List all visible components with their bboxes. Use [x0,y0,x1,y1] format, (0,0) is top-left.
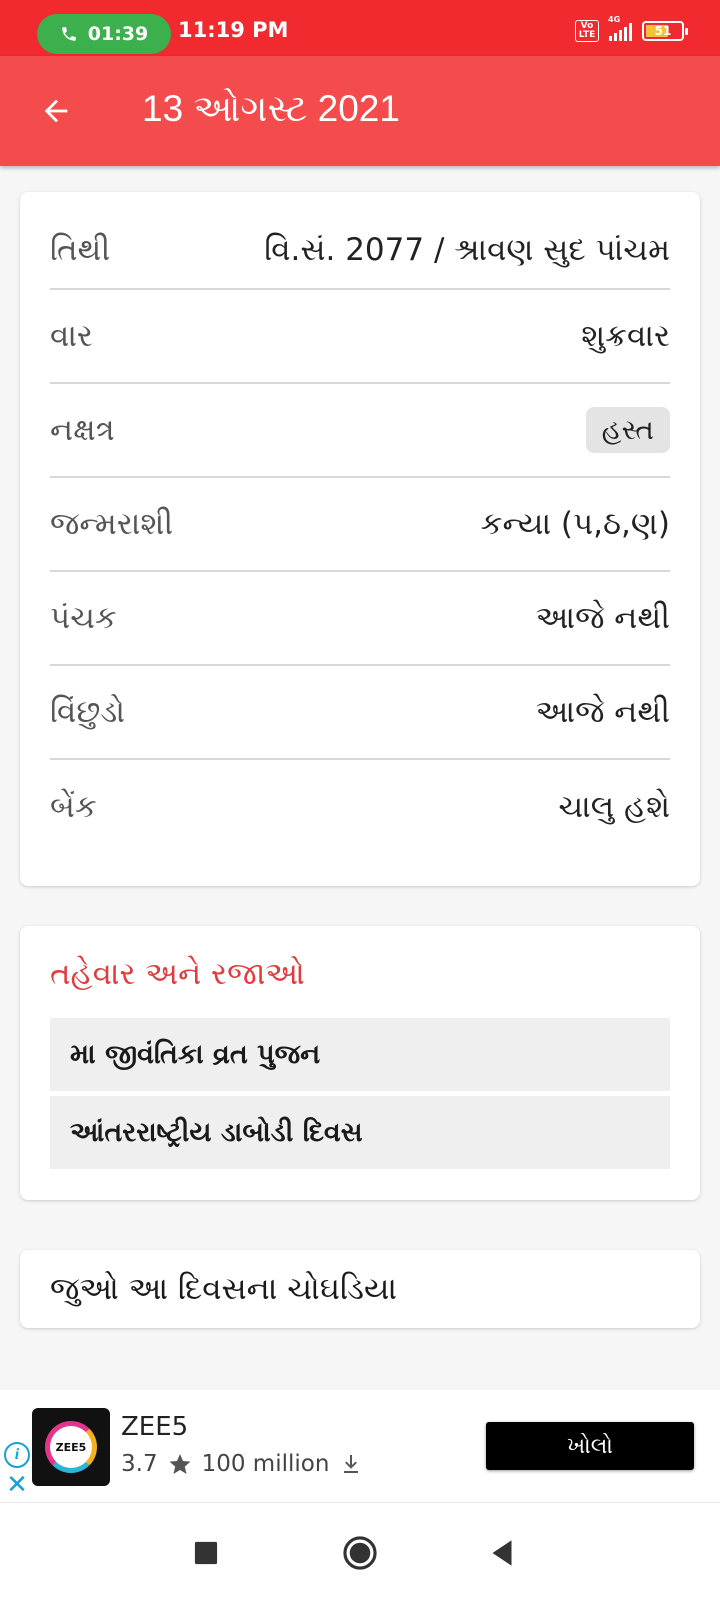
ad-open-button[interactable]: ખોલો [486,1422,694,1470]
ad-app-name[interactable]: ZEE5 [121,1412,188,1442]
ad-app-logo[interactable]: ZEE5 [32,1408,110,1486]
info-label: જન્મરાશી [50,505,174,542]
battery-level: 51 [654,24,672,38]
info-row-var: વાર શુક્રવાર [50,290,670,384]
star-icon [169,1454,191,1474]
info-value: વિ.સં. 2077 / શ્રાવણ સુદ પાંચમ [264,231,670,268]
network-type: 4G [608,15,621,24]
info-value: શુક્રવાર [581,317,670,354]
info-value: ચાલુ હશે [558,788,670,825]
info-label: બેંક [50,788,97,825]
close-icon[interactable]: ✕ [4,1472,30,1498]
info-row-panchak: પંચક આજે નથી [50,572,670,666]
nakshatra-badge: હસ્ત [585,407,670,453]
festivals-card: તહેવાર અને રજાઓ મા જીવંતિકા વ્રત પુજન આં… [20,926,700,1200]
festival-item: આંતરરાષ્ટ્રીય ડાબોડી દિવસ [50,1096,670,1169]
status-bar: 01:39 11:19 PM Vo LTE 4G 51 [0,0,720,56]
info-icon[interactable]: i [4,1442,30,1468]
back-button[interactable] [30,85,82,137]
square-icon [194,1541,218,1565]
page-title: 13 ઓગસ્ટ 2021 [142,88,400,129]
ongoing-call-pill[interactable]: 01:39 [37,14,171,54]
back-nav-button[interactable] [478,1529,526,1577]
info-label: પંચક [50,599,117,636]
info-row-nakshatra: નક્ષત્ર હસ્ત [50,384,670,478]
call-timer: 01:39 [87,23,149,45]
info-value: આજે નથી [535,693,670,730]
recents-button[interactable] [182,1529,230,1577]
info-row-tithi: તિથી વિ.સં. 2077 / શ્રાવણ સુદ પાંચમ [50,212,670,290]
festival-item: મા જીવંતિકા વ્રત પુજન [50,1018,670,1091]
info-label: નક્ષત્ર [50,411,115,448]
info-row-vinchhudo: વિંછુડો આજે નથી [50,666,670,760]
circle-icon [343,1536,377,1570]
arrow-left-icon [44,99,68,123]
battery-icon: 51 [642,21,688,41]
status-time: 11:19 PM [178,18,289,42]
info-row-bank: બેંક ચાલુ હશે [50,760,670,854]
panchang-info-card: તિથી વિ.સં. 2077 / શ્રાવણ સુદ પાંચમ વાર … [20,192,700,886]
info-value: આજે નથી [535,599,670,636]
ad-rating: 3.7 [121,1451,158,1477]
info-row-janmarashi: જન્મરાશી કન્યા (પ,ઠ,ણ) [50,478,670,572]
system-nav-bar [0,1502,720,1600]
signal-icon: 4G [608,15,632,41]
phone-icon [62,27,76,41]
info-value: કન્યા (પ,ઠ,ણ) [480,505,670,542]
info-label: તિથી [50,231,111,268]
home-button[interactable] [336,1529,384,1577]
app-bar: 13 ઓગસ્ટ 2021 [0,56,720,166]
ad-downloads: 100 million [201,1451,330,1477]
download-icon [344,1455,359,1473]
choghadiya-link[interactable]: જુઓ આ દિવસના ચોઘડિયા [20,1250,700,1328]
triangle-back-icon [492,1540,512,1566]
volte-icon: Vo LTE [575,20,599,42]
info-label: વિંછુડો [50,693,126,730]
ad-app-meta: 3.7 100 million [121,1451,363,1477]
ad-logo-text: ZEE5 [55,1440,87,1454]
status-icons: Vo LTE 4G 51 [575,15,688,42]
festivals-title: તહેવાર અને રજાઓ [50,956,305,992]
info-label: વાર [50,317,93,354]
